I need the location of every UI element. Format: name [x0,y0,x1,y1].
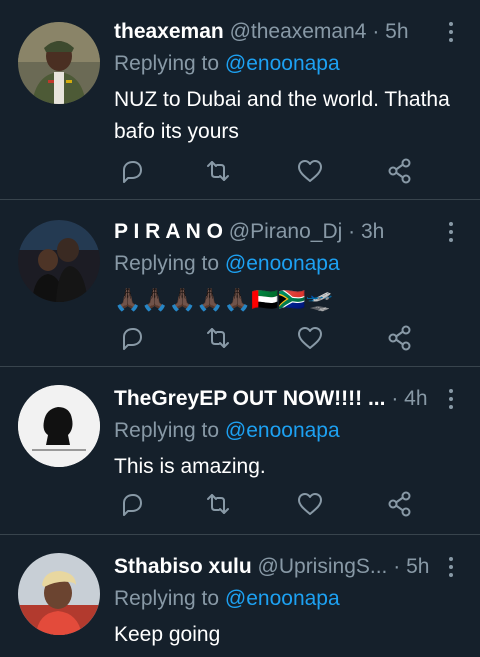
tweet-text: This is amazing. [114,455,266,478]
reply-icon[interactable] [118,157,146,185]
tweet[interactable]: theaxeman @theaxeman4 · 5h Replying to @… [0,0,480,200]
more-vertical-icon[interactable] [448,389,454,409]
display-name[interactable]: Sthabiso xulu [114,555,252,578]
tweet-text: Keep going [114,623,221,646]
replying-to-label: Replying to [114,419,220,442]
retweet-icon[interactable] [204,490,232,518]
tweet[interactable]: TheGreyEP OUT NOW!!!! ... · 4h Replying … [0,367,480,535]
tweet-header: theaxeman @theaxeman4 · 5h [114,18,440,46]
mention-link[interactable]: @enoonapa [225,419,340,442]
like-icon[interactable] [296,490,324,518]
separator-dot: · [393,555,401,578]
retweet-icon[interactable] [204,157,232,185]
separator-dot: · [348,220,356,243]
like-icon[interactable] [296,157,324,185]
avatar[interactable] [18,553,100,635]
timestamp[interactable]: 5h [385,20,408,43]
more-vertical-icon[interactable] [448,22,454,42]
share-icon[interactable] [386,490,414,518]
mention-link[interactable]: @enoonapa [225,587,340,610]
user-handle[interactable]: @theaxeman4 [230,20,367,43]
replying-to: Replying to @enoonapa [114,417,340,445]
replying-to-label: Replying to [114,252,220,275]
timestamp[interactable]: 3h [361,220,384,243]
replying-to: Replying to @enoonapa [114,50,340,78]
mention-link[interactable]: @enoonapa [225,52,340,75]
tweet-header: P I R A N O @Pirano_Dj · 3h [114,218,440,246]
display-name[interactable]: P I R A N O [114,220,223,243]
avatar[interactable] [18,22,100,104]
share-icon[interactable] [386,324,414,352]
display-name[interactable]: theaxeman [114,20,224,43]
separator-dot: · [391,387,399,410]
timestamp[interactable]: 4h [404,387,427,410]
separator-dot: · [372,20,380,43]
tweet[interactable]: Sthabiso xulu @UprisingS... · 5h Replyin… [0,535,480,657]
mention-link[interactable]: @enoonapa [225,252,340,275]
like-icon[interactable] [296,324,324,352]
reply-icon[interactable] [118,490,146,518]
tweet-header: TheGreyEP OUT NOW!!!! ... · 4h [114,385,440,413]
tweet-actions [114,324,440,352]
tweet-actions [114,157,440,185]
user-handle[interactable]: @Pirano_Dj [229,220,343,243]
avatar[interactable] [18,220,100,302]
replying-to: Replying to @enoonapa [114,585,340,613]
avatar[interactable] [18,385,100,467]
tweet-actions [114,490,440,518]
tweet-text: 🙏🏿🙏🏿🙏🏿🙏🏿🙏🏿🇦🇪🇿🇦🛫 [114,287,334,312]
replying-to-label: Replying to [114,52,220,75]
display-name[interactable]: TheGreyEP OUT NOW!!!! ... [114,387,385,410]
replying-to: Replying to @enoonapa [114,250,340,278]
tweet-header: Sthabiso xulu @UprisingS... · 5h [114,553,440,581]
tweet[interactable]: P I R A N O @Pirano_Dj · 3h Replying to … [0,200,480,367]
share-icon[interactable] [386,157,414,185]
more-vertical-icon[interactable] [448,222,454,242]
replying-to-label: Replying to [114,587,220,610]
user-handle[interactable]: @UprisingS... [258,555,388,578]
retweet-icon[interactable] [204,324,232,352]
more-vertical-icon[interactable] [448,557,454,577]
tweet-text: NUZ to Dubai and the world. Thatha bafo … [114,88,450,143]
timestamp[interactable]: 5h [406,555,429,578]
reply-icon[interactable] [118,324,146,352]
